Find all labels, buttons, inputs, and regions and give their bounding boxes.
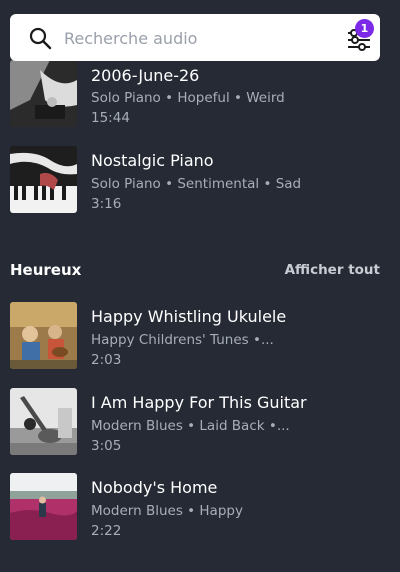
track-title: Nostalgic Piano [91,151,214,170]
track-thumbnail [10,302,77,369]
search-icon [28,26,52,50]
track-title: Happy Whistling Ukulele [91,307,287,326]
track-duration: 15:44 [91,110,130,126]
track-item[interactable]: I Am Happy For This Guitar Modern Blues … [10,388,390,456]
search-bar: 1 [10,14,380,63]
track-thumbnail [10,388,77,455]
section-title: Heureux [10,261,82,279]
filter-count-badge: 1 [355,19,374,38]
track-thumbnail [10,473,77,540]
track-meta: Happy Childrens' Tunes •... [91,332,274,348]
track-title: I Am Happy For This Guitar [91,393,307,412]
track-meta: Solo Piano • Sentimental • Sad [91,176,302,192]
track-meta: Modern Blues • Laid Back •... [91,418,290,434]
track-meta: Solo Piano • Hopeful • Weird [91,90,285,106]
search-input[interactable] [62,14,336,63]
track-duration: 3:16 [91,196,122,212]
track-title: Nobody's Home [91,478,218,497]
track-item[interactable]: Nostalgic Piano Solo Piano • Sentimental… [10,146,390,214]
track-item[interactable]: 2006-June-26 Solo Piano • Hopeful • Weir… [10,60,390,128]
track-duration: 2:22 [91,523,122,539]
track-meta: Modern Blues • Happy [91,503,243,519]
track-item[interactable]: Happy Whistling Ukulele Happy Childrens'… [10,302,390,370]
track-thumbnail [10,146,77,213]
track-duration: 2:03 [91,352,122,368]
see-all-link[interactable]: Afficher tout [285,262,380,278]
track-thumbnail [10,60,77,127]
track-title: 2006-June-26 [91,66,200,85]
track-item[interactable]: Nobody's Home Modern Blues • Happy 2:22 [10,473,390,541]
track-duration: 3:05 [91,438,122,454]
